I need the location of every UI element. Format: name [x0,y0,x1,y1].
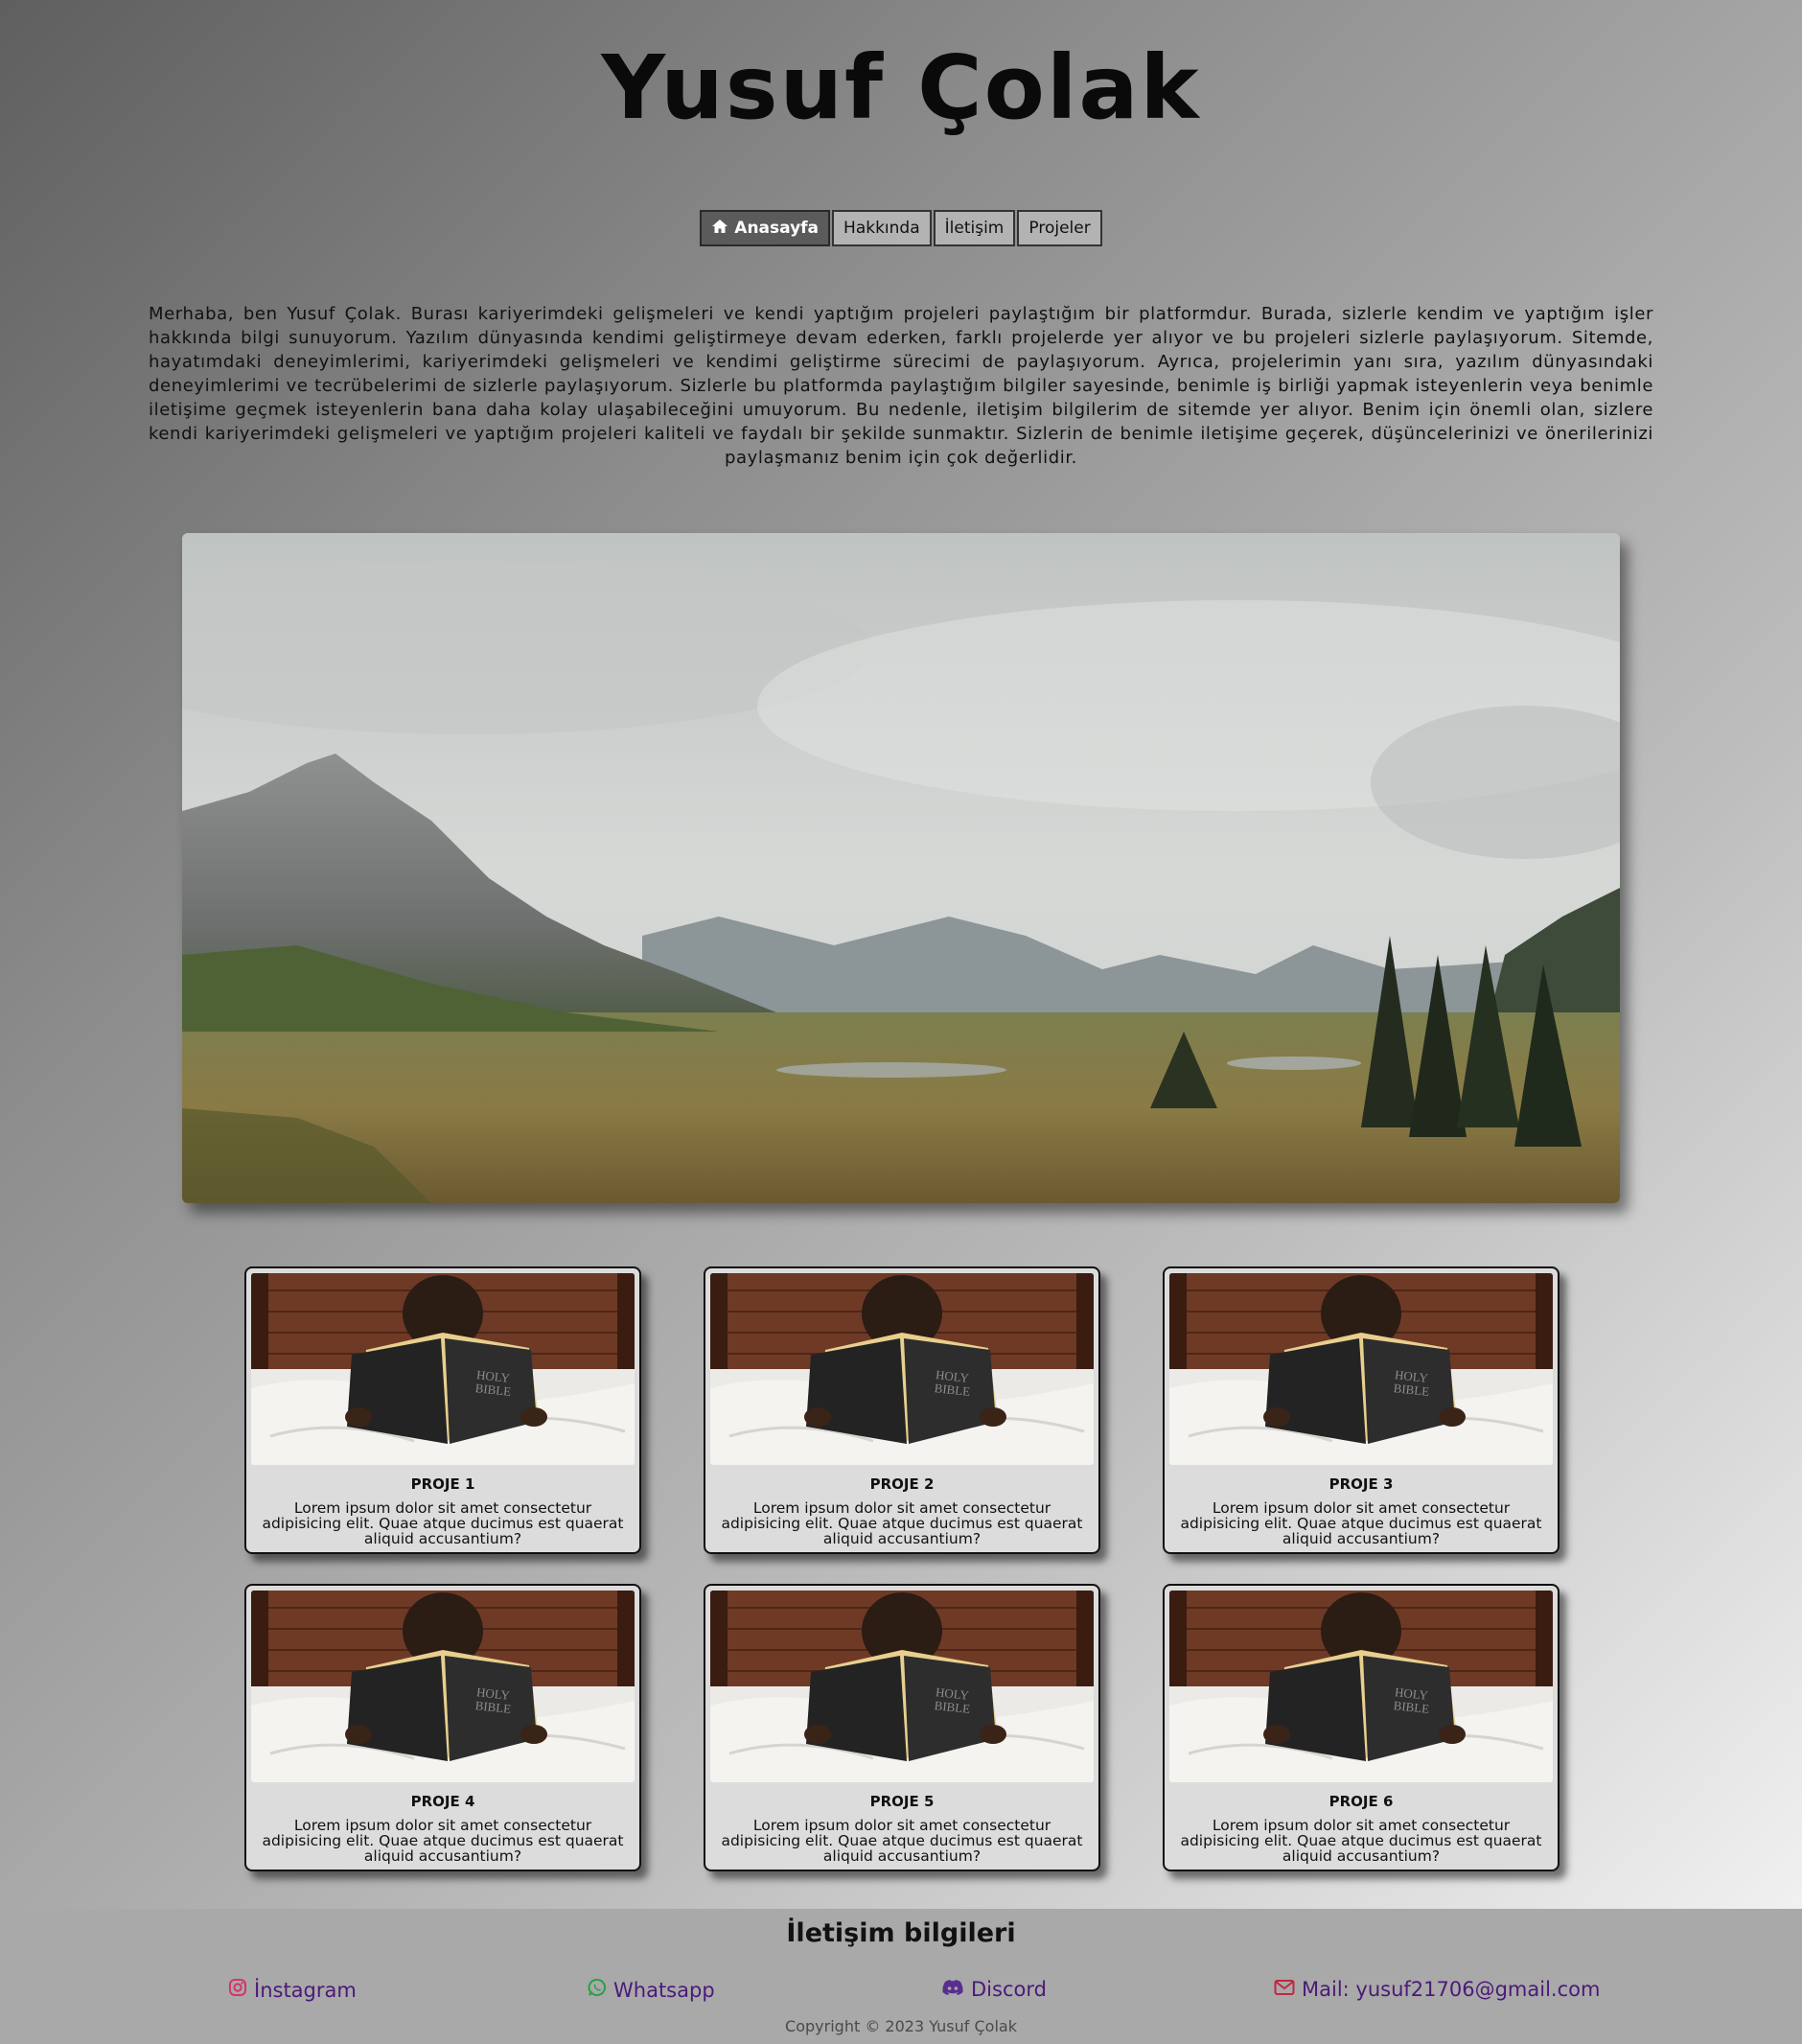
instagram-link[interactable]: İnstagram [228,1978,357,2002]
project-image: HOLY BIBLE [710,1273,1094,1465]
project-card-3[interactable]: HOLY BIBLE PROJE 3 Lorem ipsum dolor sit… [1163,1266,1559,1554]
nav-item-label: İletişim [944,219,1005,238]
project-card-1[interactable]: HOLY BIBLE PROJE 1 Lorem ipsum dolor sit… [244,1266,641,1554]
nav-item-hakkinda[interactable]: Hakkında [832,210,932,246]
intro-paragraph: Merhaba, ben Yusuf Çolak. Burası kariyer… [149,304,1653,468]
footer: İletişim bilgileri İnstagram Whatsapp Di… [0,1909,1802,2044]
project-title: PROJE 6 [1328,1793,1394,1810]
nav-item-label: Hakkında [843,219,920,238]
project-title: PROJE 2 [869,1475,935,1493]
footer-title: İletişim bilgileri [786,1918,1016,1948]
project-image: HOLY BIBLE [251,1591,635,1782]
project-description: Lorem ipsum dolor sit amet consectetur a… [721,1817,1083,1865]
contact-label: Whatsapp [613,1978,715,2002]
contact-label: İnstagram [254,1978,357,2002]
whatsapp-link[interactable]: Whatsapp [588,1978,715,2002]
project-title: PROJE 1 [410,1475,475,1493]
discord-link[interactable]: Discord [941,1978,1047,2001]
hero-landscape-image [182,533,1620,1203]
nav-item-label: Projeler [1028,219,1091,238]
contact-label: Mail: yusuf21706@gmail.com [1302,1978,1601,2001]
contact-label: Discord [971,1978,1047,2001]
whatsapp-icon [588,1978,607,2002]
home-icon [711,219,728,239]
project-card-4[interactable]: HOLY BIBLE PROJE 4 Lorem ipsum dolor sit… [244,1584,641,1871]
nav-item-anasayfa[interactable]: Anasayfa [700,210,831,246]
project-description: Lorem ipsum dolor sit amet consectetur a… [1180,1817,1542,1865]
project-description: Lorem ipsum dolor sit amet consectetur a… [1180,1499,1542,1547]
copyright-text: Copyright © 2023 Yusuf Çolak [785,2017,1017,2035]
project-description: Lorem ipsum dolor sit amet consectetur a… [262,1499,624,1547]
project-card-2[interactable]: HOLY BIBLE PROJE 2 Lorem ipsum dolor sit… [704,1266,1100,1554]
site-title: Yusuf Çolak [601,36,1201,139]
project-description: Lorem ipsum dolor sit amet consectetur a… [262,1817,624,1865]
discord-icon [941,1978,964,2001]
project-card-6[interactable]: HOLY BIBLE PROJE 6 Lorem ipsum dolor sit… [1163,1584,1559,1871]
project-card-5[interactable]: HOLY BIBLE PROJE 5 Lorem ipsum dolor sit… [704,1584,1100,1871]
instagram-icon [228,1978,247,2002]
project-image: HOLY BIBLE [251,1273,635,1465]
mail-icon [1274,1978,1295,2001]
project-image: HOLY BIBLE [1169,1591,1553,1782]
mail-link[interactable]: Mail: yusuf21706@gmail.com [1274,1978,1600,2001]
project-image: HOLY BIBLE [1169,1273,1553,1465]
nav-item-iletisim[interactable]: İletişim [933,210,1016,246]
project-title: PROJE 3 [1328,1475,1394,1493]
project-description: Lorem ipsum dolor sit amet consectetur a… [721,1499,1083,1547]
project-image: HOLY BIBLE [710,1591,1094,1782]
nav-item-projeler[interactable]: Projeler [1017,210,1102,246]
project-title: PROJE 4 [410,1793,475,1810]
nav-item-label: Anasayfa [734,219,820,238]
projects-grid: HOLY BIBLE PROJE 1 Lorem ipsum dolor sit… [244,1266,1559,1871]
project-title: PROJE 5 [869,1793,935,1810]
main-nav: Anasayfa Hakkında İletişim Projeler [0,210,1802,246]
